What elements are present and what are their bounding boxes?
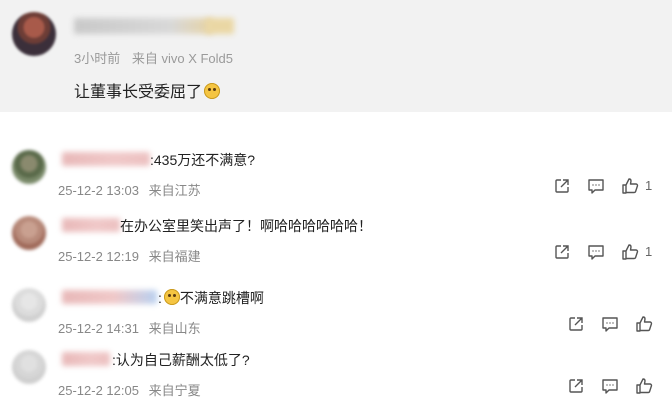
emoji-icon — [204, 83, 221, 99]
username-blurred[interactable] — [74, 18, 212, 34]
comment-item: :认为自己薪酬太低了? 25-12-2 12:05 来自宁夏 — [0, 348, 672, 410]
comment-item: : 不满意跳槽啊 25-12-2 14:31 来自山东 — [0, 286, 672, 348]
avatar[interactable] — [12, 288, 46, 322]
like-icon[interactable] — [634, 314, 654, 334]
comment-text: :认为自己薪酬太低了? — [112, 352, 250, 368]
share-icon[interactable] — [552, 176, 572, 196]
username-blurred[interactable] — [62, 152, 150, 166]
emoji-icon — [163, 289, 180, 305]
avatar[interactable] — [12, 12, 56, 56]
comment-location: 来自江苏 — [148, 183, 201, 198]
comment-meta: 25-12-2 12:19 来自福建 — [58, 246, 207, 265]
comment-prefix: : — [158, 290, 162, 306]
like-icon[interactable] — [620, 176, 640, 196]
post-text-content: 让董事长受委屈了 — [74, 84, 203, 101]
comment-text: 在办公室里笑出声了！啊哈哈哈哈哈哈！ — [120, 218, 372, 234]
username-blurred[interactable] — [62, 290, 157, 304]
comment-meta: 25-12-2 13:03 来自江苏 — [58, 180, 207, 199]
comment-icon[interactable] — [586, 176, 606, 196]
comment-item: 在办公室里笑出声了！啊哈哈哈哈哈哈！ 25-12-2 12:19 来自福建 1 — [0, 214, 672, 276]
comment-meta: 25-12-2 12:05 来自宁夏 — [58, 380, 207, 399]
comment-icon[interactable] — [600, 314, 620, 334]
comment-item: :435万还不满意? 25-12-2 13:03 来自江苏 1 — [0, 148, 672, 210]
comment-location: 来自福建 — [148, 249, 201, 264]
like-icon[interactable] — [634, 376, 654, 396]
avatar[interactable] — [12, 350, 46, 384]
comment-date: 25-12-2 12:19 — [58, 249, 139, 264]
comment-text: : 不满意跳槽啊 — [158, 288, 264, 308]
comment-date: 25-12-2 12:05 — [58, 383, 139, 398]
comment-icon[interactable] — [600, 376, 620, 396]
comment-icon[interactable] — [586, 242, 606, 262]
avatar[interactable] — [12, 150, 46, 184]
like-icon[interactable] — [620, 242, 640, 262]
post-source: 来自 vivo X Fold5 — [131, 51, 234, 66]
comment-meta: 25-12-2 14:31 来自山东 — [58, 318, 207, 337]
post-meta: 3小时前 来自 vivo X Fold5 — [74, 48, 241, 67]
avatar[interactable] — [12, 216, 46, 250]
post-time: 3小时前 — [74, 51, 121, 66]
username-blurred[interactable] — [62, 352, 110, 366]
comment-location: 来自宁夏 — [148, 383, 201, 398]
user-badge-blurred — [206, 18, 234, 34]
share-icon[interactable] — [566, 314, 586, 334]
like-count: 1 — [645, 244, 653, 259]
comment-date: 25-12-2 14:31 — [58, 321, 139, 336]
comment-date: 25-12-2 13:03 — [58, 183, 139, 198]
share-icon[interactable] — [566, 376, 586, 396]
share-icon[interactable] — [552, 242, 572, 262]
username-blurred[interactable] — [62, 218, 120, 232]
top-post: 3小时前 来自 vivo X Fold5 让董事长受委屈了 — [0, 0, 672, 112]
comment-location: 来自山东 — [148, 321, 201, 336]
comment-text: :435万还不满意? — [150, 152, 256, 168]
comment-text-content: 不满意跳槽啊 — [179, 290, 264, 306]
post-text: 让董事长受委屈了 — [74, 78, 221, 102]
like-count: 1 — [645, 178, 653, 193]
